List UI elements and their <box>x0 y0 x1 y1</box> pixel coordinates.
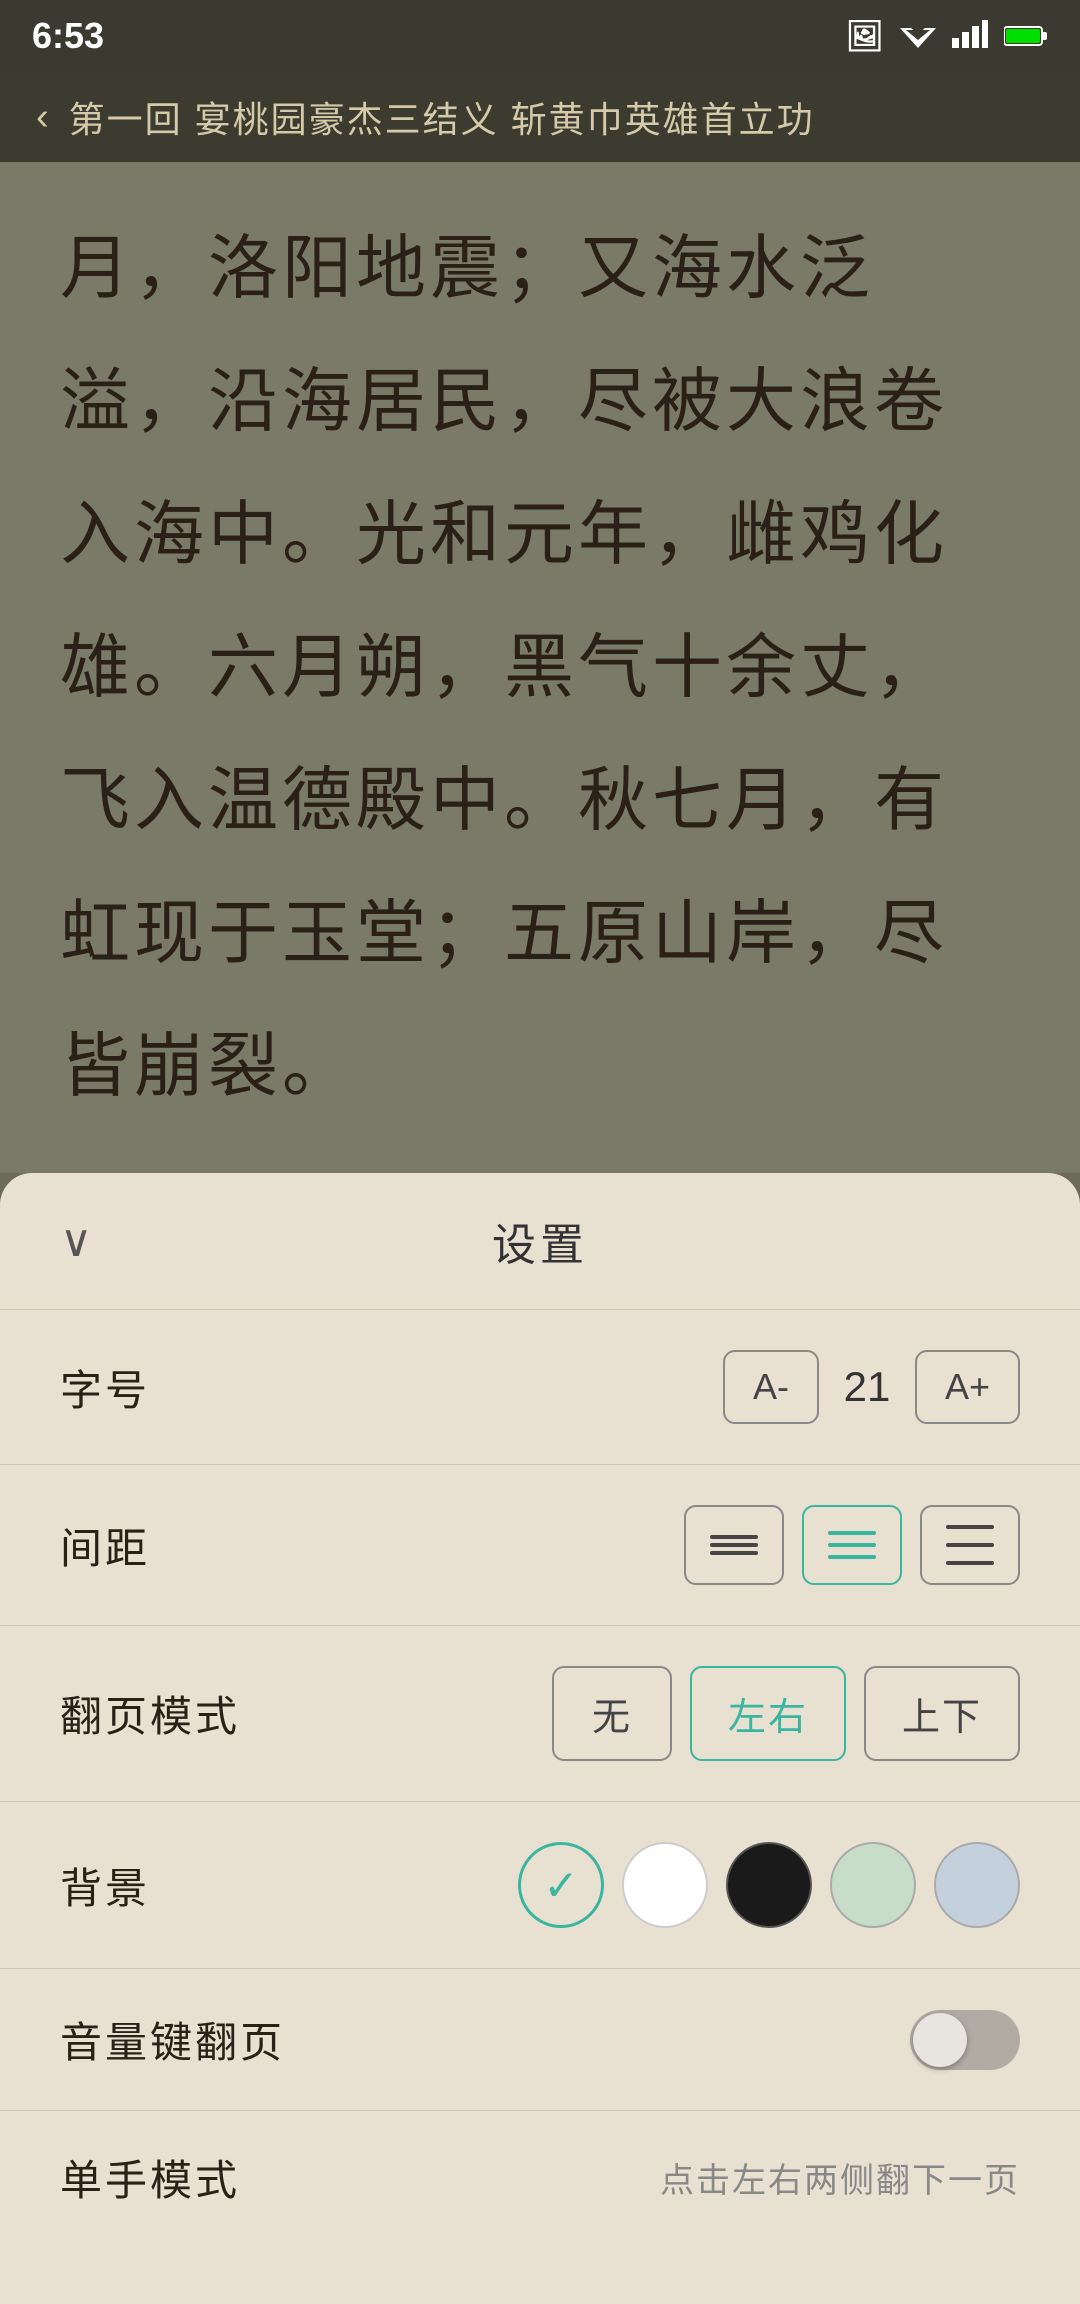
image-icon: 🖼 <box>846 19 884 54</box>
settings-title: 设置 <box>492 1209 588 1273</box>
status-icons: 🖼 <box>846 15 1048 57</box>
spacing-label: 间距 <box>60 1515 150 1576</box>
back-button[interactable]: ‹ <box>36 96 49 139</box>
font-size-value: 21 <box>837 1363 897 1411</box>
settings-panel: ∨ 设置 字号 A- 21 A+ 间距 <box>0 1173 1080 2304</box>
spacing-tight-icon <box>710 1535 758 1555</box>
spacing-wide-icon <box>946 1525 994 1565</box>
chapter-title: 第一回 宴桃园豪杰三结义 斩黄巾英雄首立功 <box>69 91 815 143</box>
spacing-medium-button[interactable] <box>802 1505 902 1585</box>
wifi-icon <box>900 15 936 57</box>
bg-black-button[interactable] <box>726 1842 812 1928</box>
bg-beige-button[interactable]: ✓ <box>518 1842 604 1928</box>
settings-header: ∨ 设置 <box>0 1173 1080 1310</box>
bg-white-button[interactable] <box>622 1842 708 1928</box>
single-hand-label: 单手模式 <box>60 2147 240 2208</box>
battery-icon <box>1004 15 1048 57</box>
background-row: 背景 ✓ <box>0 1802 1080 1969</box>
font-size-label: 字号 <box>60 1357 150 1418</box>
page-mode-ud-button[interactable]: 上下 <box>864 1666 1020 1761</box>
toggle-knob <box>913 2013 967 2067</box>
signal-icon <box>952 15 988 57</box>
single-hand-hint: 点击左右两侧翻下一页 <box>660 2153 1020 2202</box>
page-mode-row: 翻页模式 无 左右 上下 <box>0 1626 1080 1802</box>
font-increase-button[interactable]: A+ <box>915 1350 1020 1424</box>
font-size-controls: A- 21 A+ <box>723 1350 1020 1424</box>
volume-flip-label: 音量键翻页 <box>60 2009 285 2070</box>
spacing-medium-icon <box>828 1531 876 1559</box>
status-bar: 6:53 🖼 <box>0 0 1080 72</box>
reader-content: 月，洛阳地震；又海水泛溢，沿海居民，尽被大浪卷入海中。光和元年，雌鸡化雄。六月朔… <box>0 162 1080 1173</box>
bg-green-button[interactable] <box>830 1842 916 1928</box>
background-controls: ✓ <box>518 1842 1020 1928</box>
page-mode-label: 翻页模式 <box>60 1683 240 1744</box>
reader-text: 月，洛阳地震；又海水泛溢，沿海居民，尽被大浪卷入海中。光和元年，雌鸡化雄。六月朔… <box>60 202 1020 1133</box>
spacing-wide-button[interactable] <box>920 1505 1020 1585</box>
check-icon: ✓ <box>543 1861 578 1910</box>
page-mode-controls: 无 左右 上下 <box>552 1666 1020 1761</box>
bg-blue-button[interactable] <box>934 1842 1020 1928</box>
time-display: 6:53 <box>32 15 104 57</box>
spacing-row: 间距 <box>0 1465 1080 1626</box>
close-settings-button[interactable]: ∨ <box>60 1216 92 1267</box>
page-mode-lr-button[interactable]: 左右 <box>690 1666 846 1761</box>
spacing-controls <box>684 1505 1020 1585</box>
page-mode-none-button[interactable]: 无 <box>552 1666 672 1761</box>
font-decrease-button[interactable]: A- <box>723 1350 819 1424</box>
font-size-row: 字号 A- 21 A+ <box>0 1310 1080 1465</box>
volume-flip-toggle[interactable] <box>910 2010 1020 2070</box>
background-label: 背景 <box>60 1855 150 1916</box>
spacing-tight-button[interactable] <box>684 1505 784 1585</box>
reader-header: ‹ 第一回 宴桃园豪杰三结义 斩黄巾英雄首立功 <box>0 72 1080 162</box>
single-hand-row: 单手模式 点击左右两侧翻下一页 <box>0 2111 1080 2244</box>
volume-flip-row: 音量键翻页 <box>0 1969 1080 2111</box>
